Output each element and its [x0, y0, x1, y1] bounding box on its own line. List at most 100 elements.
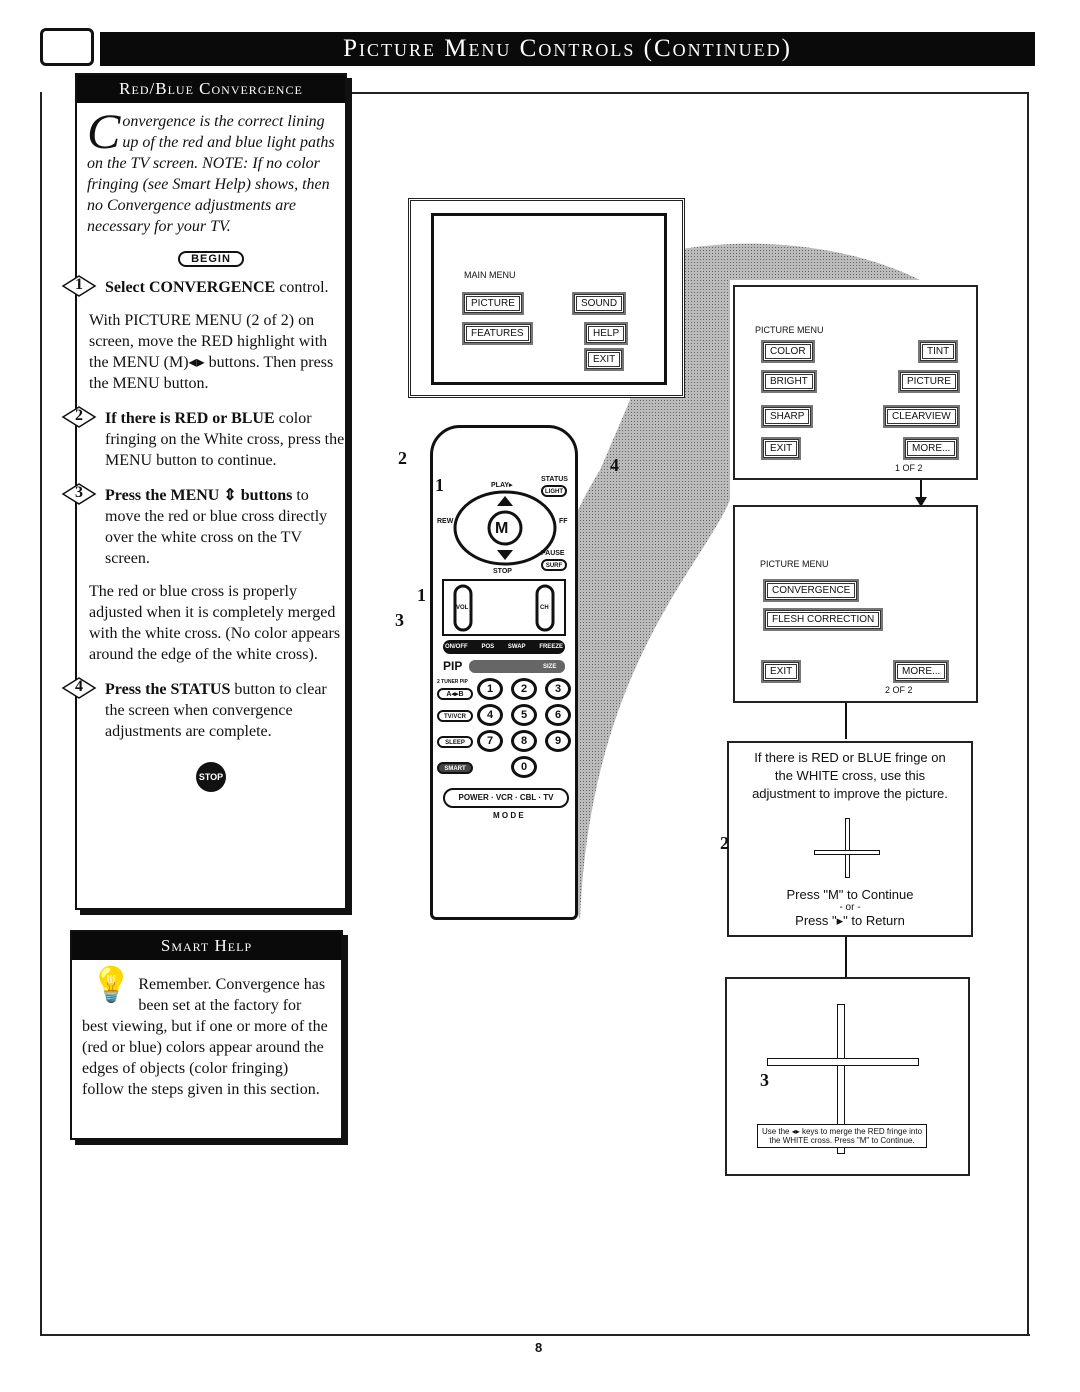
pip-swap-button[interactable]: SWAP — [508, 643, 526, 651]
pip-pos-button[interactable]: POS — [481, 643, 494, 651]
menu-item-convergence[interactable]: CONVERGENCE — [762, 579, 860, 602]
panel-title: Red/Blue Convergence — [77, 75, 345, 103]
step-1: 1 Select CONVERGENCE control. — [61, 275, 345, 298]
menu-item-sharp[interactable]: SHARP — [760, 405, 814, 428]
info-instructions: Press "M" to Continue - or - Press "▸" to … — [786, 887, 914, 928]
step-number-badge: 1 — [61, 274, 97, 298]
digit-button-7[interactable]: 7 — [477, 730, 503, 752]
picture-menu-page-2: PICTURE MENU CONVERGENCE FLESH CORRECTIO… — [733, 505, 978, 703]
callout-2: 2 — [720, 833, 729, 853]
menu-item-picture[interactable]: PICTURE — [462, 292, 524, 315]
intro-text: Convergence is the correct lining up of … — [77, 103, 345, 237]
ch-label: CH — [540, 605, 549, 611]
page-number: 8 — [535, 1340, 543, 1355]
main-menu-title: MAIN MENU — [464, 270, 516, 280]
tv-screen-icon — [40, 28, 94, 66]
red-cross — [767, 1058, 919, 1066]
step-2: 2 If there is RED or BLUE color fringing… — [61, 406, 345, 471]
pip-label: PIP — [443, 659, 463, 673]
pip-size-button[interactable]: SIZE — [543, 663, 556, 671]
menu-item-exit[interactable]: EXIT — [583, 348, 625, 371]
digit-button-8[interactable]: 8 — [511, 730, 537, 752]
light-button[interactable]: LIGHT — [541, 485, 567, 497]
rew-label: REW — [437, 518, 454, 525]
white-cross — [814, 850, 880, 855]
vol-label: VOL — [456, 605, 469, 611]
remote-control: M PLAY▸ STATUS LIGHT REW FF PAUSE SURF S… — [430, 425, 578, 920]
tv-vcr-button[interactable]: TV/VCR — [437, 710, 473, 722]
picture-menu-title: PICTURE MENU — [755, 325, 824, 335]
begin-badge: BEGIN — [178, 251, 244, 267]
convergence-panel: Red/Blue Convergence Convergence is the … — [61, 73, 347, 910]
step-4: 4 Press the STATUS button to clear the s… — [61, 677, 345, 742]
drop-cap: C — [87, 103, 121, 159]
digit-button-3[interactable]: 3 — [545, 678, 571, 700]
mode-buttons[interactable]: POWER · VCR · CBL · TV — [443, 788, 569, 808]
frame-divider — [345, 92, 1029, 94]
smart-help-title: Smart Help — [72, 932, 341, 960]
menu-item-flesh-correction[interactable]: FLESH CORRECTION — [762, 608, 884, 631]
menu-item-more[interactable]: MORE... — [892, 660, 950, 683]
menu-item-help[interactable]: HELP — [583, 322, 629, 345]
info-text: If there is RED or BLUE fringe on the WH… — [752, 750, 948, 801]
surf-button[interactable]: SURF — [541, 559, 567, 571]
step-number-badge: 2 — [61, 405, 97, 429]
stop-label: STOP — [493, 568, 512, 575]
convergence-info-screen: If there is RED or BLUE fringe on the WH… — [727, 741, 973, 937]
smart-button[interactable]: SMART — [437, 762, 473, 774]
white-cross — [845, 818, 850, 878]
intro-body: onvergence is the correct lining up of t… — [87, 113, 335, 235]
a-b-button[interactable]: A◂▸B — [437, 688, 473, 700]
menu-item-picture[interactable]: PICTURE — [898, 370, 960, 393]
menu-item-more[interactable]: MORE... — [902, 437, 960, 460]
two-tuner-pip-label: 2 TUNER PIP — [437, 679, 468, 685]
mode-label: M O D E — [493, 811, 524, 820]
pip-on-off-button[interactable]: ON/OFF — [445, 643, 468, 651]
menu-item-clearview[interactable]: CLEARVIEW — [883, 405, 960, 428]
callout-4: 4 — [610, 455, 619, 475]
menu-item-tint[interactable]: TINT — [917, 340, 959, 363]
number-keypad: 123 456 7890 — [477, 678, 573, 778]
step-3-detail: The red or blue cross is properly adjust… — [89, 583, 341, 663]
arrow-down — [845, 703, 847, 739]
menu-item-color[interactable]: COLOR — [761, 340, 815, 363]
frame-divider — [40, 1334, 1030, 1336]
menu-item-bright[interactable]: BRIGHT — [761, 370, 817, 393]
frame-divider — [40, 92, 42, 1335]
smart-help-panel: Smart Help 💡 Remember. Convergence has b… — [70, 930, 343, 1140]
digit-button-4[interactable]: 4 — [477, 704, 503, 726]
digit-button-1[interactable]: 1 — [477, 678, 503, 700]
callout-1: 1 — [417, 585, 426, 605]
digit-button-6[interactable]: 6 — [545, 704, 571, 726]
step-1-detail: With PICTURE MENU (2 of 2) on screen, mo… — [89, 312, 334, 392]
step-number-badge: 3 — [61, 482, 97, 506]
callout-3: 3 — [395, 610, 404, 630]
lightbulb-icon: 💡 — [90, 967, 133, 1004]
menu-item-sound[interactable]: SOUND — [571, 292, 627, 315]
pip-control-bar: ON/OFF POS SWAP FREEZE — [445, 643, 563, 651]
stop-icon: STOP — [196, 762, 226, 792]
arrow-down — [845, 937, 847, 977]
adjust-instructions: Use the ◂▸ keys to merge the RED fringe … — [757, 1124, 927, 1148]
step-3: 3 Press the MENU ⇕ buttons to move the r… — [61, 483, 345, 569]
menu-item-exit[interactable]: EXIT — [760, 437, 802, 460]
play-label: PLAY▸ — [491, 482, 513, 489]
digit-button-0[interactable]: 0 — [511, 756, 537, 778]
page-indicator: 1 OF 2 — [895, 463, 923, 473]
arrow-down — [920, 480, 922, 498]
sleep-button[interactable]: SLEEP — [437, 736, 473, 748]
digit-button-5[interactable]: 5 — [511, 704, 537, 726]
digit-button-9[interactable]: 9 — [545, 730, 571, 752]
menu-m-button[interactable]: M — [495, 521, 508, 537]
smart-help-text: 💡 Remember. Convergence has been set at … — [82, 967, 328, 1099]
callout-2: 2 — [398, 448, 407, 468]
picture-menu-title: PICTURE MENU — [760, 559, 829, 569]
picture-menu-page-1: PICTURE MENU COLOR TINT BRIGHT PICTURE S… — [733, 285, 978, 480]
screen-inner: MAIN MENU PICTURE SOUND FEATURES HELP EX… — [431, 213, 667, 385]
digit-button-2[interactable]: 2 — [511, 678, 537, 700]
menu-item-exit[interactable]: EXIT — [760, 660, 802, 683]
pip-freeze-button[interactable]: FREEZE — [539, 643, 563, 651]
page-indicator: 2 OF 2 — [885, 685, 913, 695]
menu-item-features[interactable]: FEATURES — [462, 322, 533, 345]
ff-label: FF — [559, 518, 568, 525]
